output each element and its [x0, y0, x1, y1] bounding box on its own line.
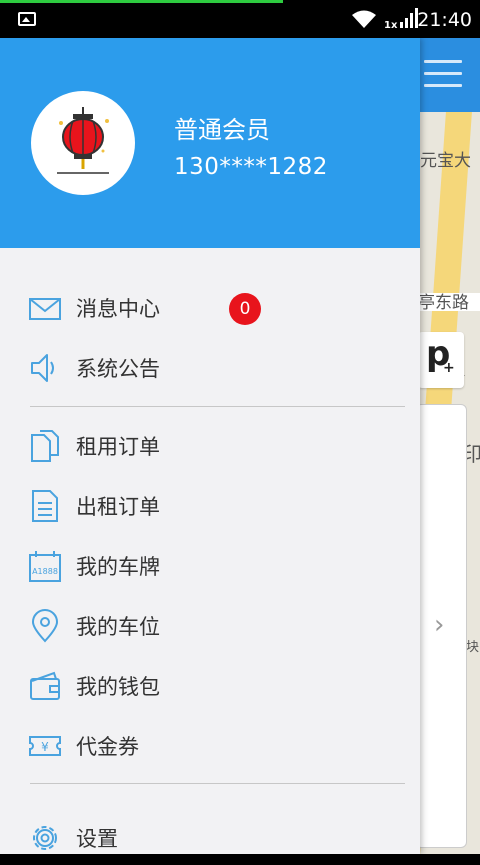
gear-icon — [33, 826, 57, 850]
plate-icon-text: A1888 — [32, 567, 58, 576]
menu-label: 我的钱包 — [76, 675, 160, 699]
documents-icon — [31, 430, 59, 462]
avatar[interactable] — [31, 91, 135, 195]
mail-icon — [29, 298, 61, 320]
hamburger-menu-icon[interactable] — [424, 60, 462, 90]
menu-item-my-plates[interactable]: A1888 我的车牌 — [0, 537, 420, 593]
plus-icon: + — [443, 360, 455, 376]
menu-label: 租用订单 — [76, 435, 160, 459]
speaker-icon — [31, 354, 54, 382]
menu-label: 我的车牌 — [76, 555, 160, 579]
add-parking-button[interactable]: p + — [418, 332, 464, 388]
drawer-header: 普通会员 130****1282 — [0, 38, 420, 248]
map-label: 亭东路 — [418, 293, 469, 313]
wallet-icon — [30, 671, 60, 700]
menu-item-announcements[interactable]: 系统公告 — [0, 339, 420, 395]
status-bar: 1x 21:40 — [0, 0, 480, 38]
voucher-icon: ¥ — [29, 736, 61, 756]
menu-label: 系统公告 — [76, 357, 160, 381]
wifi-icon — [352, 10, 376, 28]
clock: 21:40 — [417, 9, 472, 31]
network-type: 1x — [384, 20, 398, 31]
progress-line — [0, 0, 283, 3]
menu-label: 消息中心 — [76, 297, 160, 321]
map-label: 块 — [466, 640, 480, 655]
navigation-drawer: 普通会员 130****1282 消息中心 0 系统公告 租用订单 出租订单 A… — [0, 38, 420, 854]
menu-item-settings[interactable]: 设置 — [0, 809, 420, 865]
chevron-right-icon[interactable]: › — [434, 610, 444, 640]
menu-label: 设置 — [76, 827, 118, 851]
location-pin-icon — [31, 609, 59, 643]
svg-text:¥: ¥ — [41, 740, 49, 754]
map-label: 元宝大 — [420, 151, 471, 171]
lantern-icon — [57, 107, 109, 174]
menu-item-rent-orders[interactable]: 租用订单 — [0, 417, 420, 473]
user-phone: 130****1282 — [174, 154, 328, 180]
menu-label: 出租订单 — [76, 495, 160, 519]
menu-item-vouchers[interactable]: ¥ 代金券 — [0, 717, 420, 773]
license-plate-icon: A1888 — [29, 551, 61, 582]
divider — [30, 783, 405, 784]
unread-badge: 0 — [229, 293, 261, 325]
divider — [30, 406, 405, 407]
image-notification-icon — [18, 12, 36, 26]
map-info-card[interactable]: › — [415, 404, 467, 848]
document-icon — [32, 490, 58, 522]
menu-label: 我的车位 — [76, 615, 160, 639]
menu-item-messages[interactable]: 消息中心 0 — [0, 279, 420, 335]
menu-item-my-wallet[interactable]: 我的钱包 — [0, 657, 420, 713]
menu-item-my-spots[interactable]: 我的车位 — [0, 597, 420, 653]
menu-label: 代金券 — [76, 735, 139, 759]
menu-item-lease-orders[interactable]: 出租订单 — [0, 477, 420, 533]
member-level: 普通会员 — [174, 116, 270, 144]
